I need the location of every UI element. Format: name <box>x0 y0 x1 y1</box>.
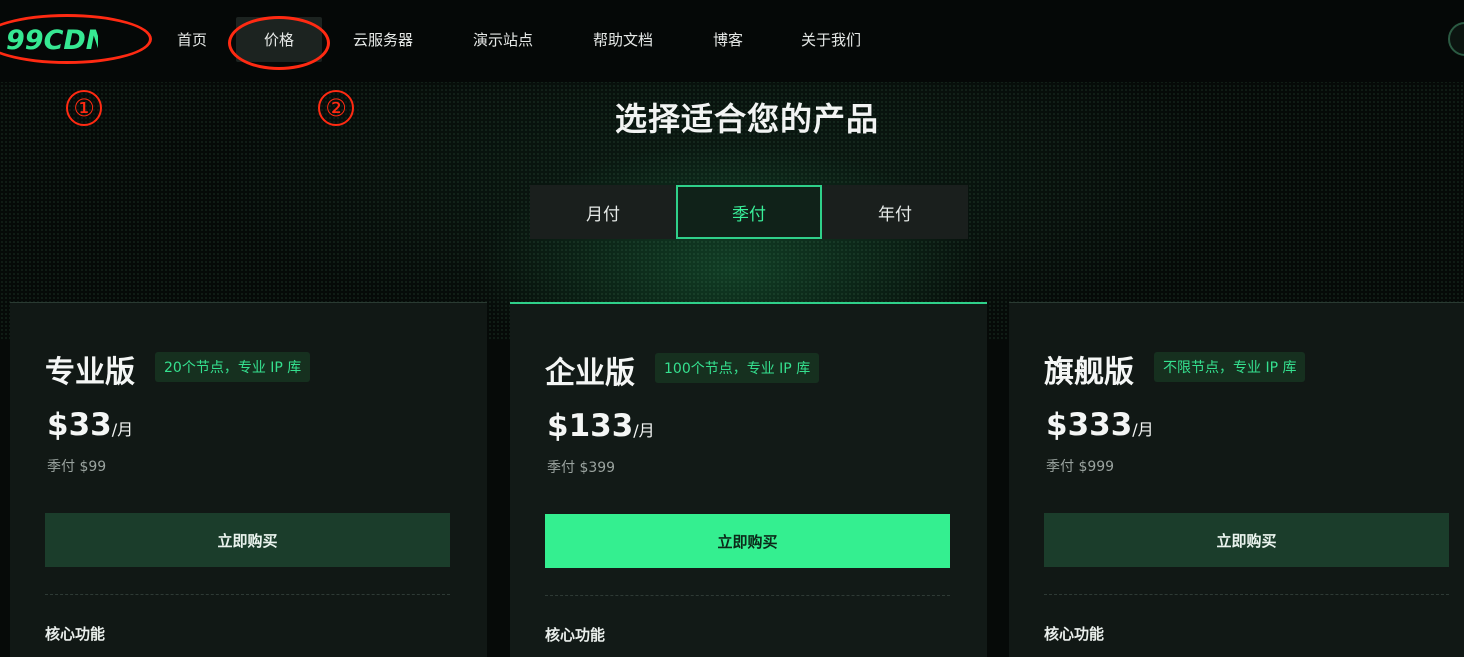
plan-billing-note: 季付 $99 <box>47 459 107 475</box>
billing-period-toggle: 月付 季付 年付 <box>530 185 968 239</box>
plan-name: 旗舰版 <box>1044 355 1134 390</box>
buy-now-button[interactable]: 立即购买 <box>1044 513 1449 567</box>
divider <box>545 595 950 596</box>
plan-price: $333/月 <box>1046 407 1154 443</box>
core-features-heading: 核心功能 <box>45 625 106 643</box>
plan-badge: 100个节点，专业 IP 库 <box>655 353 820 383</box>
page-title: 选择适合您的产品 <box>614 100 879 138</box>
nav-home-label: 首页 <box>176 31 207 49</box>
plan-price: $33/月 <box>47 407 134 443</box>
nav-home[interactable]: 首页 <box>164 17 220 62</box>
core-features-heading: 核心功能 <box>1044 625 1105 643</box>
nav-demo-sites-label: 演示站点 <box>472 31 533 49</box>
divider <box>45 594 450 595</box>
svg-text:99CDN: 99CDN <box>6 25 98 54</box>
nav-blog[interactable]: 博客 <box>700 17 756 62</box>
nav-pricing[interactable]: 价格 <box>236 17 322 62</box>
billing-monthly[interactable]: 月付 <box>530 185 676 239</box>
plan-price: $133/月 <box>547 408 655 444</box>
plan-name: 专业版 <box>45 355 135 390</box>
user-avatar[interactable] <box>1448 22 1464 56</box>
plan-card-pro: 专业版 20个节点，专业 IP 库 $33/月 季付 $99 立即购买 核心功能 <box>10 302 487 657</box>
plan-card-flagship: 旗舰版 不限节点，专业 IP 库 $333/月 季付 $999 立即购买 核心功… <box>1009 302 1464 657</box>
divider <box>1044 594 1449 595</box>
buy-now-button[interactable]: 立即购买 <box>45 513 450 567</box>
core-features-heading: 核心功能 <box>545 626 606 644</box>
plan-billing-note: 季付 $999 <box>1046 459 1115 475</box>
plan-billing-note: 季付 $399 <box>547 460 616 476</box>
plan-badge: 20个节点，专业 IP 库 <box>155 352 311 382</box>
nav-about-us-label: 关于我们 <box>800 31 861 49</box>
top-navbar: 99CDN 首页 价格 云服务器 演示站点 帮助文档 博客 关于我们 <box>0 0 1464 82</box>
plan-name: 企业版 <box>545 356 635 391</box>
billing-quarterly[interactable]: 季付 <box>676 185 822 239</box>
nav-cloud-servers[interactable]: 云服务器 <box>340 17 426 62</box>
billing-yearly[interactable]: 年付 <box>822 185 968 239</box>
nav-pricing-label: 价格 <box>263 31 294 49</box>
nav-cloud-servers-label: 云服务器 <box>352 31 413 49</box>
nav-help-docs[interactable]: 帮助文档 <box>580 17 666 62</box>
buy-now-button[interactable]: 立即购买 <box>545 514 950 568</box>
plan-badge: 不限节点，专业 IP 库 <box>1154 352 1306 382</box>
nav-about-us[interactable]: 关于我们 <box>788 17 874 62</box>
nav-demo-sites[interactable]: 演示站点 <box>460 17 546 62</box>
site-logo[interactable]: 99CDN <box>6 24 98 54</box>
logo-mark: 99CDN <box>6 25 98 54</box>
plan-card-enterprise: 企业版 100个节点，专业 IP 库 $133/月 季付 $399 立即购买 核… <box>510 302 987 657</box>
nav-blog-label: 博客 <box>712 31 743 49</box>
nav-help-docs-label: 帮助文档 <box>592 31 653 49</box>
